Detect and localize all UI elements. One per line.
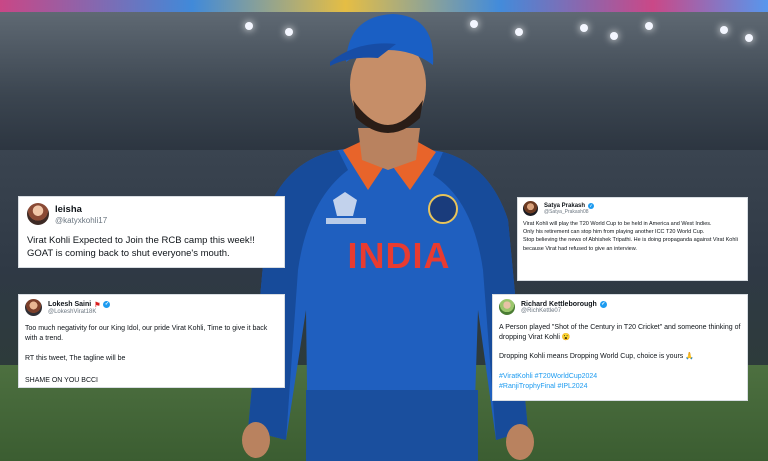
tweet-card-lokesh-saini: Lokesh Saini ⚑ ✓ @LokeshVirat18K Too muc… <box>18 294 285 388</box>
verified-badge-icon: ✓ <box>599 300 607 308</box>
tweet-text: RT this tweet, The tagline will be <box>25 355 126 362</box>
hashtag-link[interactable]: #ViratKohli #T20WorldCup2024 <box>499 373 597 380</box>
tweet-text: Virat Kohli will play the T20 World Cup … <box>523 221 712 227</box>
tweet-card-leisha: leisha @katyxkohli17 Virat Kohli Expecte… <box>18 196 285 268</box>
tweet-author-name: Richard Kettleborough <box>521 300 597 308</box>
tweet-text: SHAME ON YOU BCCI <box>25 377 98 384</box>
verified-badge-icon: ✓ <box>103 301 111 308</box>
avatar <box>27 203 49 225</box>
jersey-text: INDIA <box>348 235 451 276</box>
tweet-hashtags: #ViratKohli #T20WorldCup2024 #RanjiTroph… <box>499 372 741 392</box>
tweet-card-satya-prakash: Satya Prakash ✓ @Satya_Prakash08 Virat K… <box>517 197 748 281</box>
verified-badge-icon: ✓ <box>588 202 595 209</box>
flag-icon: ⚑ <box>94 301 101 309</box>
tweet-text: Only his retirement can stop him from pl… <box>523 229 705 236</box>
tweet-author-name: Satya Prakash <box>544 202 586 209</box>
tweet-text: Stop believing the news of Abhishek Trip… <box>523 237 738 252</box>
avatar <box>523 201 538 216</box>
tweet-author-handle: @Satya_Prakash08 <box>544 208 589 215</box>
tweet-text: Virat Kohli Expected to Join the RCB cam… <box>27 235 255 259</box>
tweet-author-handle: @LokeshVirat18K <box>48 308 97 315</box>
tweet-text: Dropping Kohli means Dropping World Cup,… <box>499 353 694 360</box>
tweet-author-name: leisha <box>55 203 82 215</box>
tweet-text: A Person played "Shot of the Century in … <box>499 324 741 341</box>
tweet-author-handle: @katyxkohli17 <box>55 215 108 225</box>
background-photo: INDIA leisha @katyxkohli17 Virat Kohli E… <box>0 0 768 461</box>
hashtag-link[interactable]: #RanjiTrophyFinal #IPL2024 <box>499 383 587 390</box>
avatar <box>499 299 515 315</box>
tweet-author-name: Lokesh Saini <box>48 301 92 308</box>
tweet-card-richard-kettleborough: Richard Kettleborough ✓ @RichKettle07 A … <box>492 294 748 401</box>
tweet-text: Too much negativity for our King Idol, o… <box>25 325 268 342</box>
avatar <box>25 299 42 316</box>
tweet-author-handle: @RichKettle07 <box>521 307 562 314</box>
